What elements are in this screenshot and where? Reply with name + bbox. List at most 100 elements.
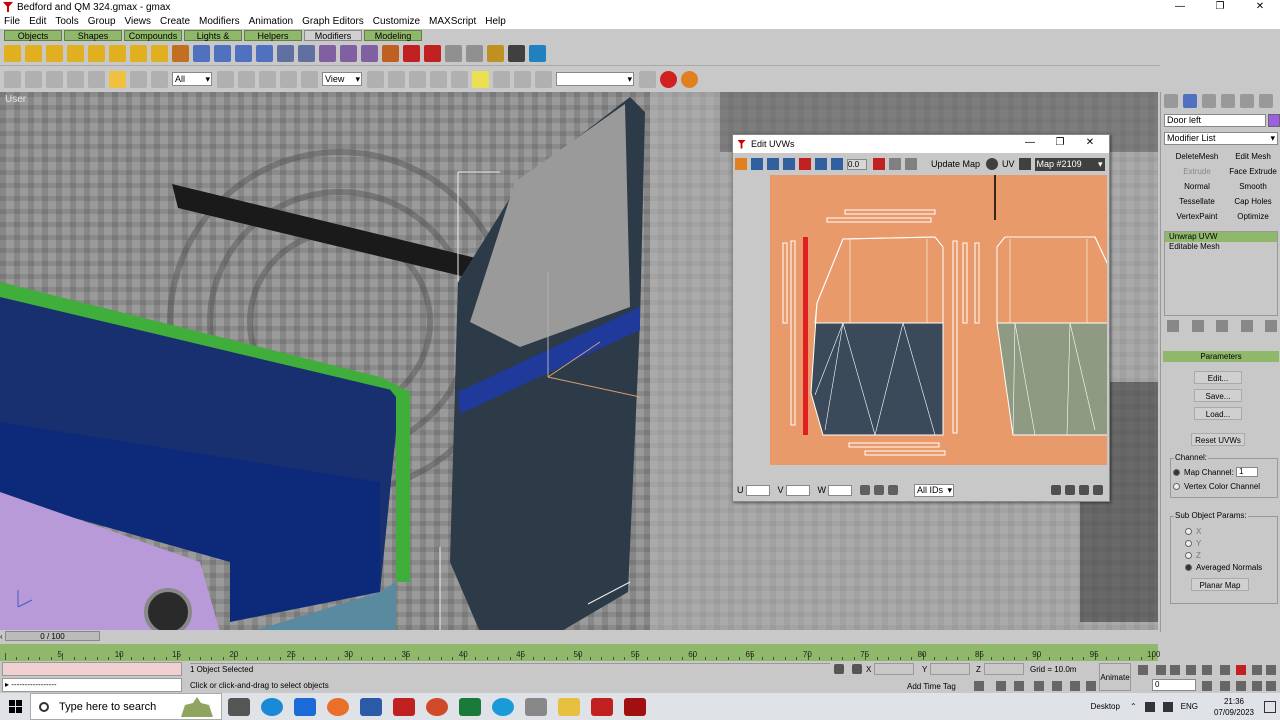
tessellate-button[interactable]: Tessellate bbox=[1171, 196, 1223, 208]
maximize-button[interactable]: ❐ bbox=[1200, 0, 1240, 14]
tab-shapes[interactable]: Shapes bbox=[64, 30, 122, 41]
make-unique-icon[interactable] bbox=[1216, 320, 1228, 332]
zoom-region-icon[interactable] bbox=[1079, 485, 1089, 495]
dialog-close-button[interactable]: ✕ bbox=[1075, 137, 1105, 148]
parameters-rollout-header[interactable]: Parameters bbox=[1163, 351, 1279, 362]
utilities-tab-icon[interactable] bbox=[1259, 94, 1273, 108]
language-indicator[interactable]: ENG bbox=[1181, 702, 1198, 711]
tab-modifiers[interactable]: Modifiers bbox=[304, 30, 362, 41]
map-select[interactable]: Map #2109 bbox=[1034, 157, 1105, 171]
taskbar-search[interactable]: Type here to search bbox=[30, 693, 222, 720]
planar-map-button[interactable]: Planar Map bbox=[1191, 578, 1249, 591]
show-end-result-icon[interactable] bbox=[1191, 320, 1204, 332]
word-icon[interactable] bbox=[360, 697, 382, 716]
align-icon[interactable] bbox=[514, 70, 531, 88]
twist-icon[interactable] bbox=[46, 45, 63, 62]
remove-modifier-icon[interactable] bbox=[1240, 320, 1253, 332]
reference-coordinate-select[interactable]: View bbox=[322, 72, 362, 86]
map-channel-spinner[interactable]: 1 bbox=[1236, 467, 1258, 477]
extrude-button[interactable]: Extrude bbox=[1171, 166, 1223, 178]
minimize-button[interactable]: — bbox=[1160, 0, 1200, 14]
lock-selection-icon[interactable] bbox=[834, 664, 844, 674]
xform-icon[interactable] bbox=[151, 45, 168, 62]
play-icon[interactable] bbox=[1170, 665, 1180, 675]
object-name-field[interactable]: Door left bbox=[1164, 114, 1266, 127]
angle-snap-toggle-icon[interactable] bbox=[996, 681, 1006, 691]
spinner-snap-icon[interactable] bbox=[639, 70, 656, 88]
task-view-icon[interactable] bbox=[228, 697, 250, 716]
lock-icon[interactable] bbox=[889, 158, 901, 170]
snap-toggle-icon[interactable] bbox=[974, 681, 984, 691]
mirror-icon[interactable] bbox=[783, 158, 795, 170]
symmetry-icon[interactable] bbox=[466, 45, 483, 62]
properties-icon[interactable] bbox=[1018, 158, 1031, 170]
reset-uvws-button[interactable]: Reset UVWs bbox=[1191, 433, 1245, 446]
zoom-icon[interactable] bbox=[1034, 681, 1044, 691]
menu-file[interactable]: File bbox=[4, 16, 20, 27]
pan-view-icon[interactable] bbox=[1252, 665, 1262, 675]
excel-icon[interactable] bbox=[459, 697, 481, 716]
time-slider[interactable]: 0 / 100 bbox=[0, 630, 1158, 642]
window-crossing-icon[interactable] bbox=[217, 70, 234, 88]
lattice-icon[interactable] bbox=[172, 45, 189, 62]
go-to-end-icon[interactable] bbox=[1202, 665, 1212, 675]
pivot-center-icon[interactable] bbox=[367, 70, 384, 88]
weld-icon[interactable] bbox=[815, 158, 827, 170]
app-icon[interactable] bbox=[525, 697, 547, 716]
tab-helpers[interactable]: Helpers bbox=[244, 30, 302, 41]
add-time-tag-button[interactable]: Add Time Tag bbox=[907, 682, 956, 691]
unwrap-uvw-icon[interactable] bbox=[214, 45, 231, 62]
menu-animation[interactable]: Animation bbox=[249, 16, 293, 27]
scale-icon[interactable] bbox=[280, 70, 297, 88]
checker-icon[interactable] bbox=[508, 45, 525, 62]
mail-icon[interactable] bbox=[294, 697, 316, 716]
tab-objects[interactable]: Objects bbox=[4, 30, 62, 41]
skew-icon[interactable] bbox=[109, 45, 126, 62]
w-field[interactable] bbox=[828, 484, 853, 496]
dialog-maximize-button[interactable]: ❐ bbox=[1045, 137, 1075, 148]
desktop-label[interactable]: Desktop bbox=[1091, 702, 1120, 711]
dialog-minimize-button[interactable]: — bbox=[1015, 137, 1045, 148]
stack-item-unwrap-uvw[interactable]: Unwrap UVW bbox=[1165, 232, 1277, 242]
zoom-extents-icon[interactable] bbox=[1070, 681, 1080, 691]
snap-icon[interactable] bbox=[388, 70, 405, 88]
maxscript-listener-pink[interactable] bbox=[2, 662, 182, 676]
orbit-icon[interactable] bbox=[1252, 681, 1262, 691]
spinner-field[interactable]: 0.0 bbox=[847, 158, 867, 170]
menu-modifiers[interactable]: Modifiers bbox=[199, 16, 240, 27]
angle-snap-icon[interactable] bbox=[535, 70, 552, 88]
speaker-icon[interactable] bbox=[1162, 701, 1173, 712]
face-extrude-button[interactable]: Face Extrude bbox=[1227, 166, 1279, 178]
menu-edit[interactable]: Edit bbox=[29, 16, 46, 27]
select-object-icon[interactable] bbox=[109, 70, 126, 88]
hierarchy-tab-icon[interactable] bbox=[1202, 94, 1216, 108]
named-selection-select[interactable] bbox=[556, 72, 634, 86]
ids-select[interactable]: All IDs bbox=[914, 483, 955, 497]
chevron-up-icon[interactable]: ⌃ bbox=[1130, 702, 1137, 711]
restrict-y-icon[interactable] bbox=[430, 70, 447, 88]
lock-selected-icon[interactable] bbox=[860, 485, 871, 495]
stack-item-editable-mesh[interactable]: Editable Mesh bbox=[1165, 242, 1277, 252]
viewport-label[interactable]: User bbox=[5, 94, 26, 105]
map-channel-radio[interactable]: Map Channel: bbox=[1173, 468, 1234, 477]
start-button[interactable] bbox=[0, 693, 30, 720]
maxscript-listener[interactable]: ▸ ----------------- bbox=[2, 678, 182, 692]
edit-mesh-button[interactable]: Edit Mesh bbox=[1227, 151, 1279, 163]
notifications-icon[interactable] bbox=[1264, 700, 1276, 713]
x-coord-field[interactable] bbox=[874, 663, 914, 675]
restrict-z-icon[interactable] bbox=[451, 70, 468, 88]
zoom-extents-all-icon[interactable] bbox=[1086, 681, 1096, 691]
stretch-icon[interactable] bbox=[88, 45, 105, 62]
deletemesh-button[interactable]: DeleteMesh bbox=[1171, 151, 1223, 163]
sphere-icon[interactable] bbox=[277, 45, 294, 62]
unlink-icon[interactable] bbox=[67, 70, 84, 88]
u-field[interactable] bbox=[745, 484, 770, 496]
scale-icon[interactable] bbox=[767, 158, 779, 170]
gmax-taskbar-icon[interactable] bbox=[591, 697, 613, 716]
min-max-toggle-icon[interactable] bbox=[1236, 665, 1246, 675]
clock[interactable]: 21:36 07/09/2023 bbox=[1204, 696, 1264, 718]
freeform-icon[interactable] bbox=[799, 158, 811, 170]
menu-help[interactable]: Help bbox=[485, 16, 506, 27]
percent-snap-icon[interactable] bbox=[1014, 681, 1024, 691]
cylinder-icon[interactable] bbox=[298, 45, 315, 62]
